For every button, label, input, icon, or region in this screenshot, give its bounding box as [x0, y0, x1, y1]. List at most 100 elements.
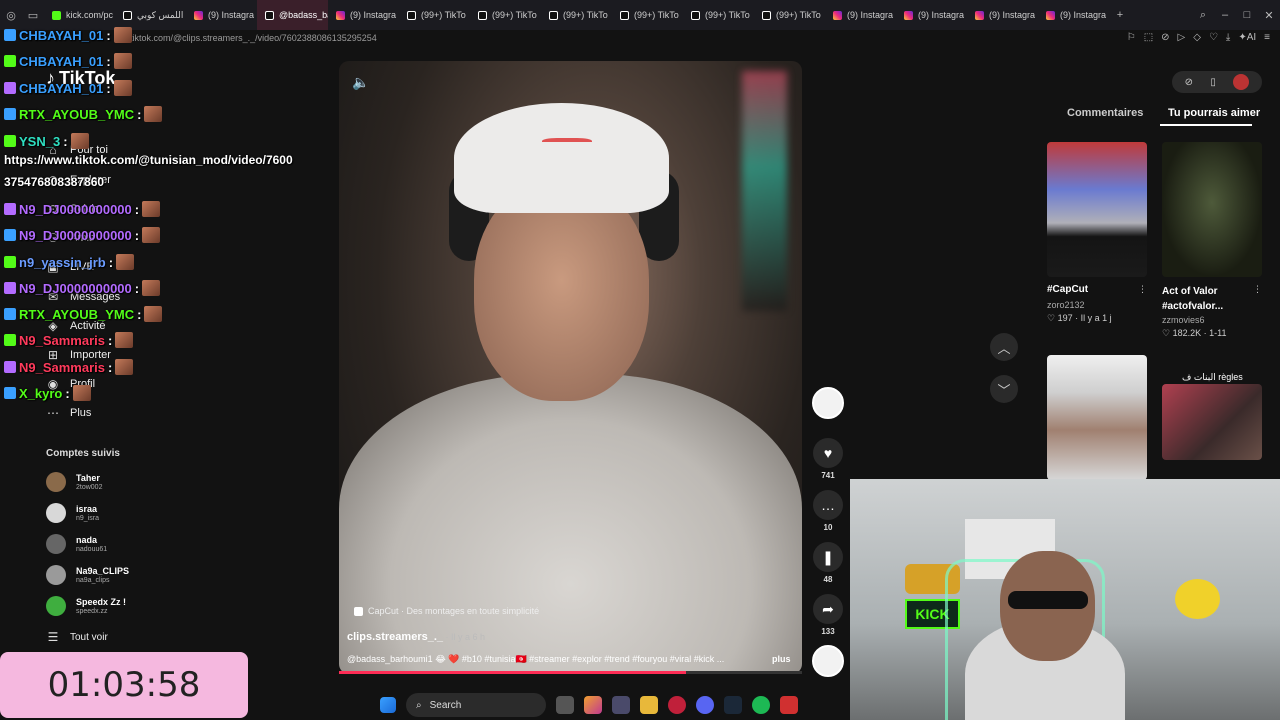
search-tabs-icon[interactable]: ⌕: [1196, 8, 1210, 22]
following-item[interactable]: Speedx Zz ! speedx.zz: [46, 596, 126, 616]
chat-separator: :: [108, 254, 114, 270]
close-window-icon[interactable]: ✕: [1262, 8, 1276, 22]
suggested-meta: ♡ 182.2K · 1-11: [1162, 328, 1227, 338]
copilot-icon[interactable]: [584, 696, 602, 714]
video-author[interactable]: clips.streamers_._ · Il y a 6 h: [347, 631, 485, 643]
chat-message: N9_DJ0000000000 :: [4, 280, 161, 296]
heart-icon[interactable]: ♡: [1209, 32, 1218, 43]
suggested-author[interactable]: zoro2132: [1047, 300, 1085, 310]
bookmark-icon[interactable]: ⚐: [1127, 32, 1136, 43]
previous-video-button[interactable]: ︿: [990, 333, 1018, 361]
address-bar[interactable]: tiktok.com/@clips.streamers_._/video/760…: [0, 30, 1280, 50]
maximize-icon[interactable]: □: [1240, 8, 1254, 22]
suggested-video-thumbnail[interactable]: [1047, 355, 1147, 480]
browser-tab-label: @badass_barhoumi1: [279, 10, 328, 20]
comment-icon: …: [813, 490, 843, 520]
browser-tab[interactable]: (99+) TikTo: [399, 0, 470, 30]
minimize-icon[interactable]: –: [1218, 8, 1232, 22]
file-explorer-icon[interactable]: [640, 696, 658, 714]
browser-tab[interactable]: (9) Instagra: [896, 0, 967, 30]
store-icon[interactable]: [612, 696, 630, 714]
browser-logo-icon[interactable]: ◎: [4, 8, 18, 22]
spotify-icon[interactable]: [752, 696, 770, 714]
taskbar-search[interactable]: ⌕ Search: [406, 693, 546, 717]
browser-tab[interactable]: (99+) TikTo: [470, 0, 541, 30]
download-icon[interactable]: ⤓: [1226, 32, 1230, 43]
menu-icon[interactable]: ≡: [1264, 32, 1270, 43]
chevron-up-icon: ︿: [997, 340, 1011, 356]
steam-icon[interactable]: [724, 696, 742, 714]
suggested-title[interactable]: Act of Valor #actofvalor...: [1162, 284, 1242, 314]
creator-avatar[interactable]: [812, 387, 844, 419]
following-item[interactable]: Taher 2tow002: [46, 472, 102, 492]
instagram-icon: [1046, 10, 1055, 20]
compass-icon[interactable]: ⊘: [1185, 77, 1193, 88]
task-view-icon[interactable]: [556, 696, 574, 714]
comment-button[interactable]: … 10: [812, 490, 844, 532]
following-item[interactable]: Na9a_CLIPS na9a_clips: [46, 565, 129, 585]
suggested-video-thumbnail[interactable]: [1162, 142, 1262, 277]
app-icon[interactable]: [780, 696, 798, 714]
browser-tab[interactable]: kick.com/pc: [44, 0, 115, 30]
following-item[interactable]: israa n9_isra: [46, 503, 99, 523]
chat-emote-icon: [142, 201, 161, 217]
video-subject-cap: [454, 103, 669, 213]
browser-tab[interactable]: (9) Instagra: [1038, 0, 1109, 30]
next-video-button[interactable]: ﹀: [990, 375, 1018, 403]
tab-suggestions[interactable]: Tu pourrais aimer: [1168, 107, 1260, 119]
new-tab-icon[interactable]: +: [1113, 8, 1127, 22]
browser-tab[interactable]: (9) Instagra: [328, 0, 399, 30]
device-icon[interactable]: ▯: [1210, 77, 1216, 88]
browser-tab-label: (99+) TikTo: [705, 10, 750, 20]
instagram-icon: [833, 10, 842, 20]
url-text[interactable]: tiktok.com/@clips.streamers_._/video/760…: [130, 33, 377, 43]
caption-more-button[interactable]: plus: [772, 654, 791, 664]
chat-separator: :: [134, 201, 140, 217]
more-options-icon[interactable]: ⋮: [1138, 284, 1147, 295]
browser-tab[interactable]: (9) Instagra: [825, 0, 896, 30]
tab-comments[interactable]: Commentaires: [1067, 107, 1143, 119]
see-all-link[interactable]: ☰ Tout voir: [46, 630, 108, 644]
discord-icon[interactable]: [696, 696, 714, 714]
save-button[interactable]: ❚ 48: [812, 542, 844, 584]
avatar: [46, 596, 66, 616]
browser-tab[interactable]: @badass_barhoumi1: [257, 0, 328, 30]
adblock-icon[interactable]: ⊘: [1161, 32, 1169, 43]
browser-tab[interactable]: (9) Instagra: [186, 0, 257, 30]
suggested-video-thumbnail[interactable]: [1047, 142, 1147, 277]
video-progress-bar[interactable]: [339, 671, 802, 674]
suggested-title[interactable]: #CapCut: [1047, 284, 1088, 295]
share-button[interactable]: ➦ 133: [812, 594, 844, 636]
tiktok-icon: [762, 10, 771, 20]
tab-overview-icon[interactable]: ▭: [26, 8, 40, 22]
chat-message: n9_yassin_jrb :: [4, 254, 135, 270]
browser-tab[interactable]: (99+) TikTo: [541, 0, 612, 30]
instagram-icon: [336, 10, 345, 20]
opera-icon[interactable]: [668, 696, 686, 714]
chat-badge-icon: [4, 334, 16, 346]
more-options-icon[interactable]: ⋮: [1253, 284, 1262, 295]
screenshot-icon[interactable]: ⬚: [1144, 32, 1153, 43]
following-item[interactable]: nada nadouu61: [46, 534, 107, 554]
avatar[interactable]: [1233, 74, 1250, 90]
browser-tab[interactable]: (99+) TikTo: [683, 0, 754, 30]
browser-tab-label: (9) Instagra: [208, 10, 255, 20]
volume-icon[interactable]: 🔈: [352, 74, 369, 91]
video-player[interactable]: 🔈: [339, 61, 802, 674]
suggested-video-thumbnail[interactable]: [1162, 384, 1262, 460]
extension-icon[interactable]: ◇: [1193, 32, 1201, 43]
chat-separator: :: [106, 53, 111, 69]
suggested-author[interactable]: zzmovies6: [1162, 315, 1205, 325]
browser-tab[interactable]: (99+) TikTo: [754, 0, 825, 30]
browser-tab[interactable]: (99+) TikTo: [612, 0, 683, 30]
browser-tab[interactable]: اللمس كوبي: [115, 0, 186, 30]
ai-icon[interactable]: ✦AI: [1238, 32, 1256, 43]
music-disc[interactable]: [812, 645, 844, 677]
nav-plus[interactable]: ⋯ Plus: [46, 406, 91, 420]
plush-toy: [1175, 579, 1220, 619]
windows-start-icon[interactable]: [380, 697, 396, 713]
browser-tab[interactable]: (9) Instagra: [967, 0, 1038, 30]
capcut-tag[interactable]: CapCut · Des montages en toute simplicit…: [354, 606, 539, 616]
play-icon[interactable]: ▷: [1178, 32, 1186, 43]
like-button[interactable]: ♥ 741: [812, 438, 844, 480]
